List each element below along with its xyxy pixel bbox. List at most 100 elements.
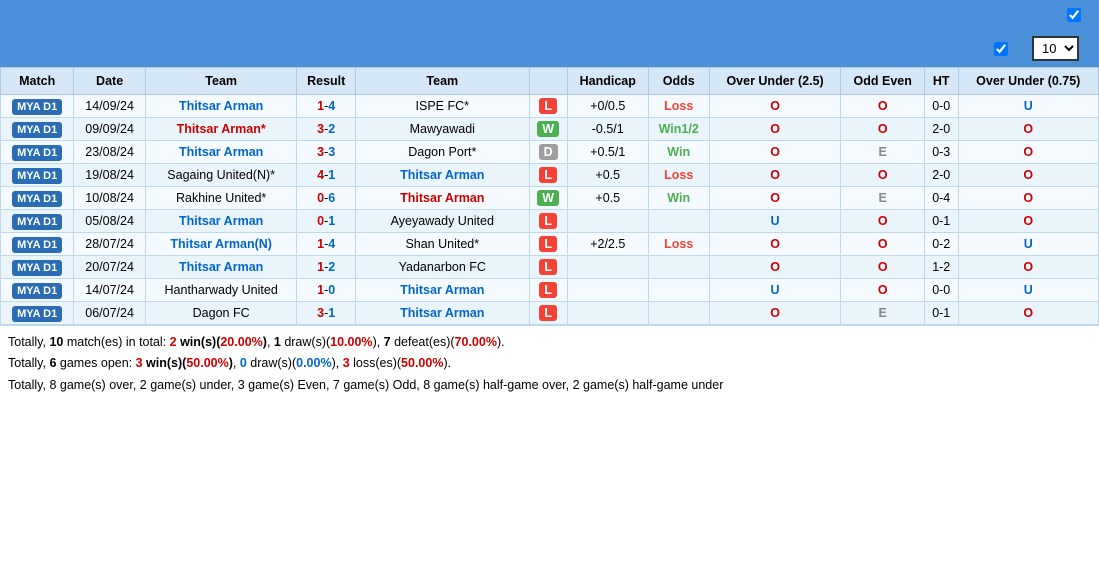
- oe-cell: O: [841, 233, 925, 256]
- table-row: MYA D114/07/24Hantharwady United1-0Thits…: [1, 279, 1099, 302]
- odds-cell: Win: [648, 141, 709, 164]
- ou25-cell: O: [709, 118, 841, 141]
- scores-table: Match Date Team Result Team Handicap Odd…: [0, 67, 1099, 325]
- date-cell: 19/08/24: [74, 164, 146, 187]
- footer-line1: Totally, 10 match(es) in total: 2 win(s)…: [8, 332, 1091, 353]
- team1-cell: Dagon FC: [145, 302, 297, 325]
- team2-cell: Yadanarbon FC: [355, 256, 529, 279]
- league-cell: MYA D1: [1, 118, 74, 141]
- result-cell: W: [529, 187, 567, 210]
- league-cell: MYA D1: [1, 233, 74, 256]
- team1-cell: Thitsar Arman: [145, 95, 297, 118]
- table-row: MYA D105/08/24Thitsar Arman0-1Ayeyawady …: [1, 210, 1099, 233]
- team1-cell: Thitsar Arman: [145, 210, 297, 233]
- oe-cell: O: [841, 95, 925, 118]
- result-cell: L: [529, 164, 567, 187]
- mya-d1-checkbox[interactable]: [994, 42, 1008, 56]
- odds-cell: Loss: [648, 164, 709, 187]
- result-cell: L: [529, 256, 567, 279]
- score-cell: 0-1: [297, 210, 356, 233]
- date-cell: 14/07/24: [74, 279, 146, 302]
- col-oe: Odd Even: [841, 68, 925, 95]
- score-cell: 1-2: [297, 256, 356, 279]
- ht-cell: 0-1: [924, 210, 958, 233]
- odds-cell: [648, 210, 709, 233]
- result-cell: L: [529, 279, 567, 302]
- table-row: MYA D109/09/24Thitsar Arman*3-2Mawyawadi…: [1, 118, 1099, 141]
- ou075-cell: O: [958, 141, 1098, 164]
- controls-bar: 5 10 15 20 25 30: [0, 30, 1099, 67]
- col-empty: [529, 68, 567, 95]
- ou075-cell: O: [958, 164, 1098, 187]
- games-select[interactable]: 5 10 15 20 25 30: [1032, 36, 1079, 61]
- ht-cell: 2-0: [924, 164, 958, 187]
- score-cell: 3-1: [297, 302, 356, 325]
- league-cell: MYA D1: [1, 210, 74, 233]
- handicap-cell: [567, 279, 648, 302]
- ht-cell: 1-2: [924, 256, 958, 279]
- ht-cell: 0-0: [924, 279, 958, 302]
- handicap-cell: [567, 256, 648, 279]
- table-row: MYA D120/07/24Thitsar Arman1-2Yadanarbon…: [1, 256, 1099, 279]
- team2-cell: Thitsar Arman: [355, 164, 529, 187]
- handicap-cell: [567, 210, 648, 233]
- score-cell: 1-4: [297, 95, 356, 118]
- score-cell: 3-3: [297, 141, 356, 164]
- team1-cell: Thitsar Arman*: [145, 118, 297, 141]
- team1-cell: Hantharwady United: [145, 279, 297, 302]
- handicap-cell: +2/2.5: [567, 233, 648, 256]
- ou075-cell: O: [958, 210, 1098, 233]
- date-cell: 10/08/24: [74, 187, 146, 210]
- odds-cell: Win: [648, 187, 709, 210]
- score-cell: 1-0: [297, 279, 356, 302]
- score-cell: 4-1: [297, 164, 356, 187]
- odds-cell: Win1/2: [648, 118, 709, 141]
- score-cell: 1-4: [297, 233, 356, 256]
- oe-cell: O: [841, 164, 925, 187]
- ou25-cell: O: [709, 187, 841, 210]
- odds-cell: [648, 256, 709, 279]
- ou075-cell: U: [958, 95, 1098, 118]
- ou075-cell: O: [958, 256, 1098, 279]
- col-ht: HT: [924, 68, 958, 95]
- team2-cell: Ayeyawady United: [355, 210, 529, 233]
- odds-cell: Loss: [648, 233, 709, 256]
- col-handicap: Handicap: [567, 68, 648, 95]
- league-cell: MYA D1: [1, 302, 74, 325]
- oe-cell: O: [841, 279, 925, 302]
- date-cell: 23/08/24: [74, 141, 146, 164]
- team2-cell: Shan United*: [355, 233, 529, 256]
- header: [0, 0, 1099, 30]
- date-cell: 20/07/24: [74, 256, 146, 279]
- ou25-cell: O: [709, 164, 841, 187]
- team2-cell: ISPE FC*: [355, 95, 529, 118]
- result-cell: W: [529, 118, 567, 141]
- result-cell: L: [529, 95, 567, 118]
- col-date: Date: [74, 68, 146, 95]
- display-notes-checkbox[interactable]: [1067, 8, 1081, 22]
- ou25-cell: O: [709, 141, 841, 164]
- date-cell: 05/08/24: [74, 210, 146, 233]
- league-cell: MYA D1: [1, 164, 74, 187]
- col-result: Result: [297, 68, 356, 95]
- ou25-cell: O: [709, 256, 841, 279]
- ou25-cell: O: [709, 233, 841, 256]
- col-odds: Odds: [648, 68, 709, 95]
- odds-cell: Loss: [648, 95, 709, 118]
- oe-cell: O: [841, 210, 925, 233]
- ou075-cell: O: [958, 187, 1098, 210]
- handicap-cell: +0.5: [567, 187, 648, 210]
- footer-line3: Totally, 8 game(s) over, 2 game(s) under…: [8, 375, 1091, 396]
- ou075-cell: U: [958, 233, 1098, 256]
- oe-cell: O: [841, 118, 925, 141]
- table-row: MYA D110/08/24Rakhine United*0-6Thitsar …: [1, 187, 1099, 210]
- col-match: Match: [1, 68, 74, 95]
- ou075-cell: U: [958, 279, 1098, 302]
- league-cell: MYA D1: [1, 187, 74, 210]
- ou25-cell: O: [709, 95, 841, 118]
- date-cell: 06/07/24: [74, 302, 146, 325]
- ht-cell: 0-2: [924, 233, 958, 256]
- oe-cell: E: [841, 302, 925, 325]
- handicap-cell: -0.5/1: [567, 118, 648, 141]
- result-cell: L: [529, 233, 567, 256]
